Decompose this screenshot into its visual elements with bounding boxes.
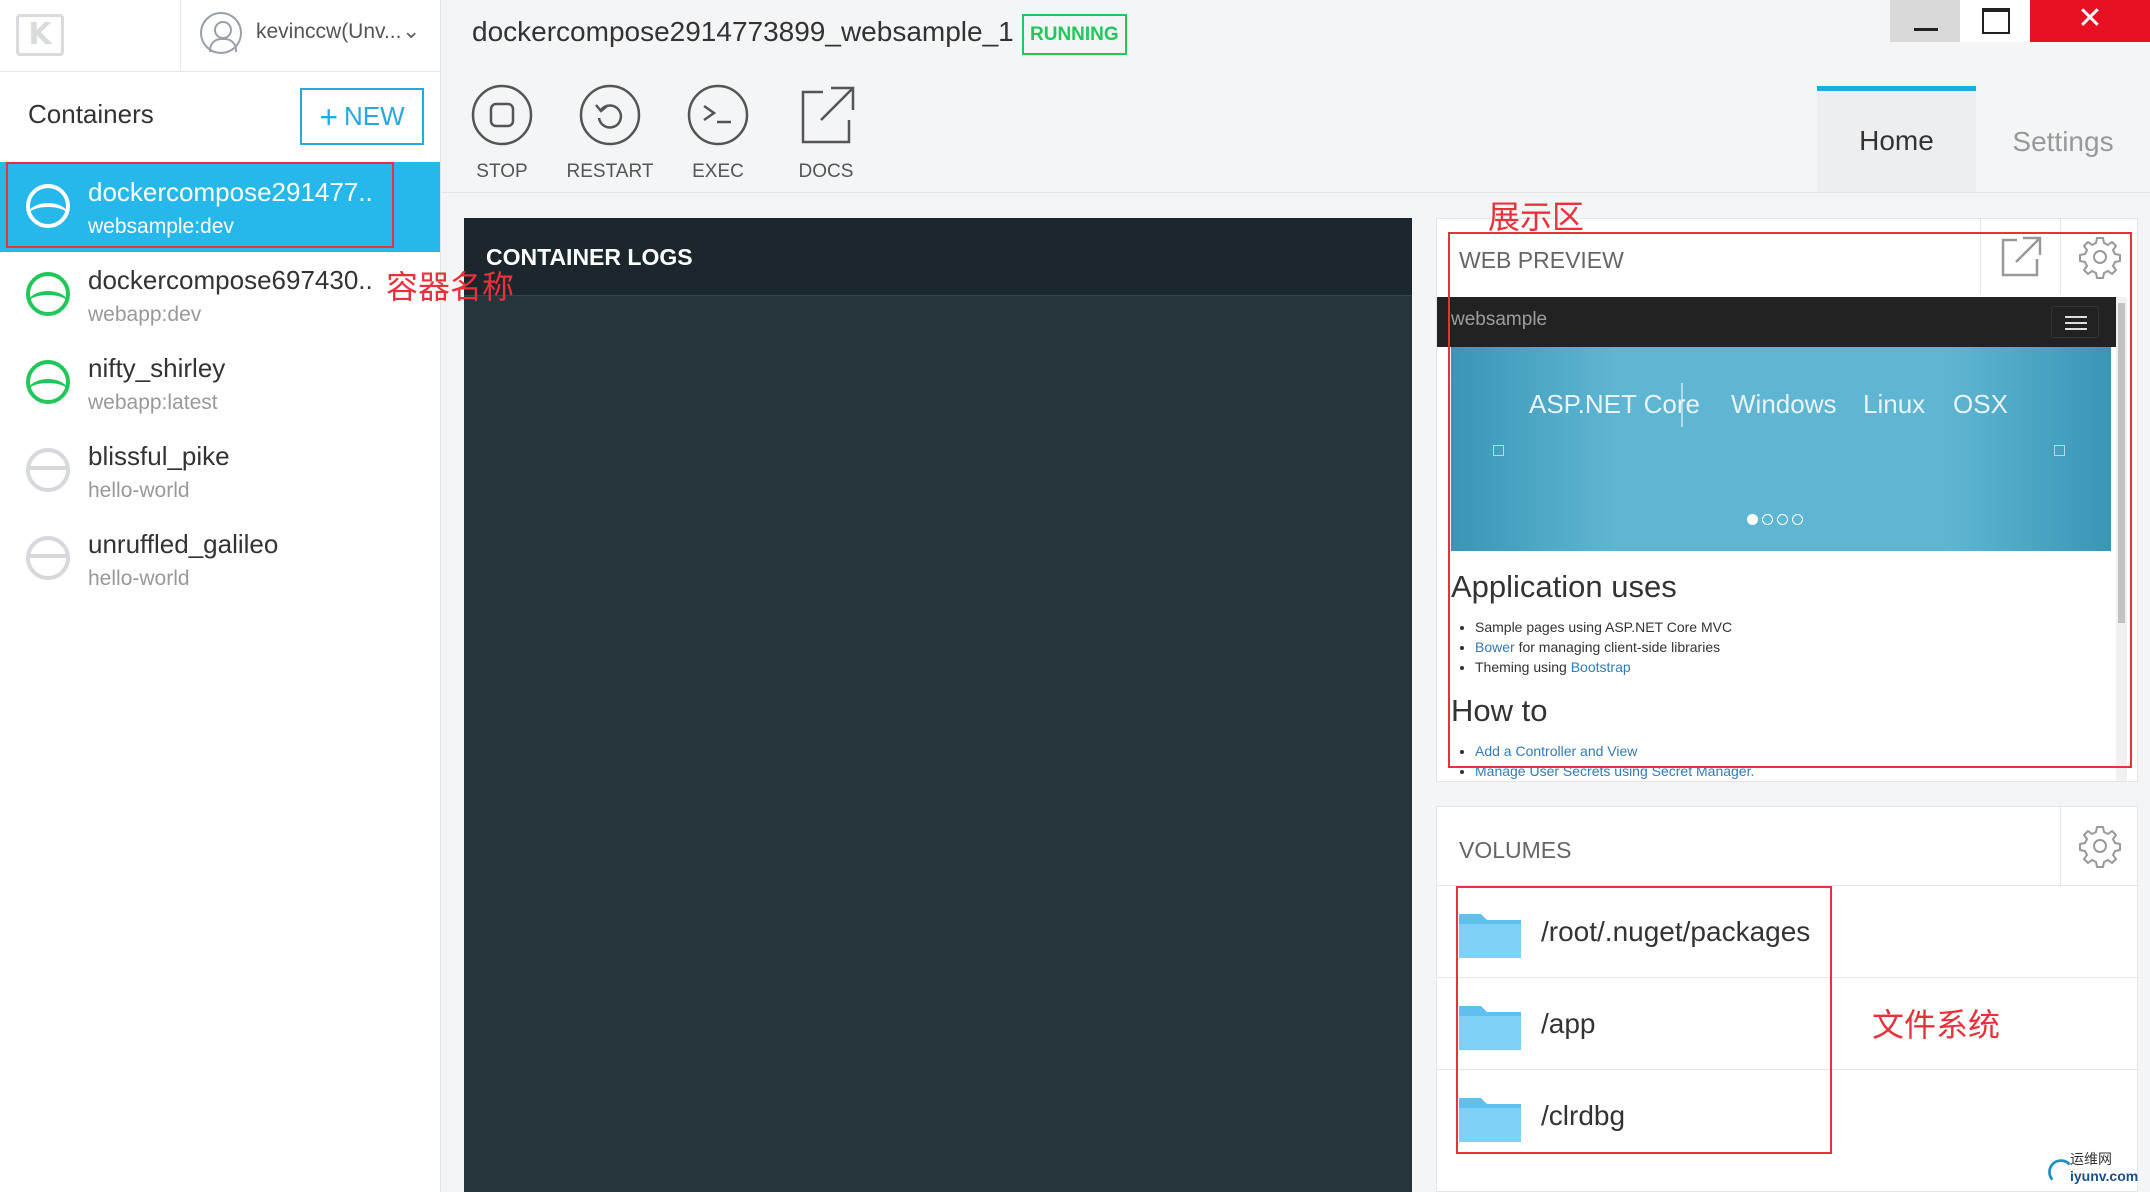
- container-name: nifty_shirley: [88, 353, 226, 383]
- watermark-logo: 运维网 iyunv.com: [2048, 1148, 2148, 1190]
- container-list-item[interactable]: unruffled_galileo hello-world: [0, 514, 440, 604]
- exec-button[interactable]: EXEC: [668, 84, 768, 183]
- container-list-item[interactable]: blissful_pike hello-world: [0, 426, 440, 516]
- containers-heading: Containers: [28, 99, 154, 129]
- tab-home[interactable]: Home: [1817, 86, 1976, 193]
- annotation-display-area: 展示区: [1488, 198, 1585, 236]
- user-avatar-icon[interactable]: [200, 12, 242, 54]
- container-image: webapp:dev: [88, 303, 202, 326]
- container-logs-panel[interactable]: CONTAINER LOGS: [464, 218, 1412, 1192]
- container-name: blissful_pike: [88, 441, 230, 471]
- container-image: webapp:latest: [88, 391, 218, 414]
- gear-icon: [2079, 826, 2121, 868]
- exec-label: EXEC: [692, 161, 744, 182]
- container-running-icon: [26, 272, 70, 316]
- tab-settings[interactable]: Settings: [1976, 91, 2150, 193]
- container-stopped-icon: [26, 448, 70, 492]
- container-list-item[interactable]: nifty_shirley webapp:latest: [0, 338, 440, 428]
- external-link-icon: [801, 86, 855, 144]
- stop-label: STOP: [476, 161, 528, 182]
- status-badge: RUNNING: [1022, 14, 1127, 55]
- restart-icon: [579, 84, 641, 146]
- container-title: dockercompose2914773899_websample_1: [472, 16, 1014, 47]
- logs-title: CONTAINER LOGS: [486, 244, 693, 270]
- divider: [442, 192, 2150, 193]
- account-name[interactable]: kevinccw(Unv...: [256, 20, 401, 44]
- annotation-container-name: 容器名称: [386, 268, 515, 306]
- terminal-icon: [687, 84, 749, 146]
- annotation-file-system: 文件系统: [1872, 1006, 2001, 1044]
- container-image: hello-world: [88, 479, 190, 502]
- maximize-button[interactable]: [1960, 0, 2030, 42]
- annotation-box-container: [6, 162, 394, 248]
- stop-button[interactable]: STOP: [452, 84, 552, 183]
- minimize-button[interactable]: [1890, 0, 1960, 42]
- container-list-item[interactable]: dockercompose697430.. webapp:dev: [0, 250, 440, 340]
- watermark-url: iyunv.com: [2070, 1168, 2139, 1184]
- new-container-button[interactable]: + NEW: [300, 88, 424, 145]
- logs-header: CONTAINER LOGS: [464, 218, 1412, 296]
- annotation-box-preview: [1448, 232, 2132, 768]
- chevron-down-icon[interactable]: ⌄: [402, 18, 420, 44]
- watermark-text: 运维网: [2070, 1151, 2112, 1167]
- volumes-settings-button[interactable]: [2060, 807, 2139, 885]
- container-image: hello-world: [88, 567, 190, 590]
- container-name: unruffled_galileo: [88, 529, 279, 559]
- close-button[interactable]: ✕: [2030, 0, 2150, 42]
- plus-icon: +: [319, 98, 338, 135]
- annotation-box-volumes: [1456, 886, 1832, 1154]
- divider: [180, 0, 181, 72]
- container-stopped-icon: [26, 536, 70, 580]
- docs-button[interactable]: DOCS: [776, 84, 876, 183]
- new-button-label: NEW: [344, 101, 405, 131]
- sidebar-top-bar: K kevinccw(Unv... ⌄: [0, 0, 441, 72]
- stop-icon: [471, 84, 533, 146]
- container-running-icon: [26, 360, 70, 404]
- docs-label: DOCS: [798, 161, 854, 182]
- volumes-title: VOLUMES: [1459, 837, 1572, 863]
- restart-label: RESTART: [566, 161, 654, 182]
- restart-button[interactable]: RESTART: [560, 84, 660, 183]
- kitematic-logo: K: [16, 14, 64, 56]
- container-name: dockercompose697430..: [88, 265, 373, 295]
